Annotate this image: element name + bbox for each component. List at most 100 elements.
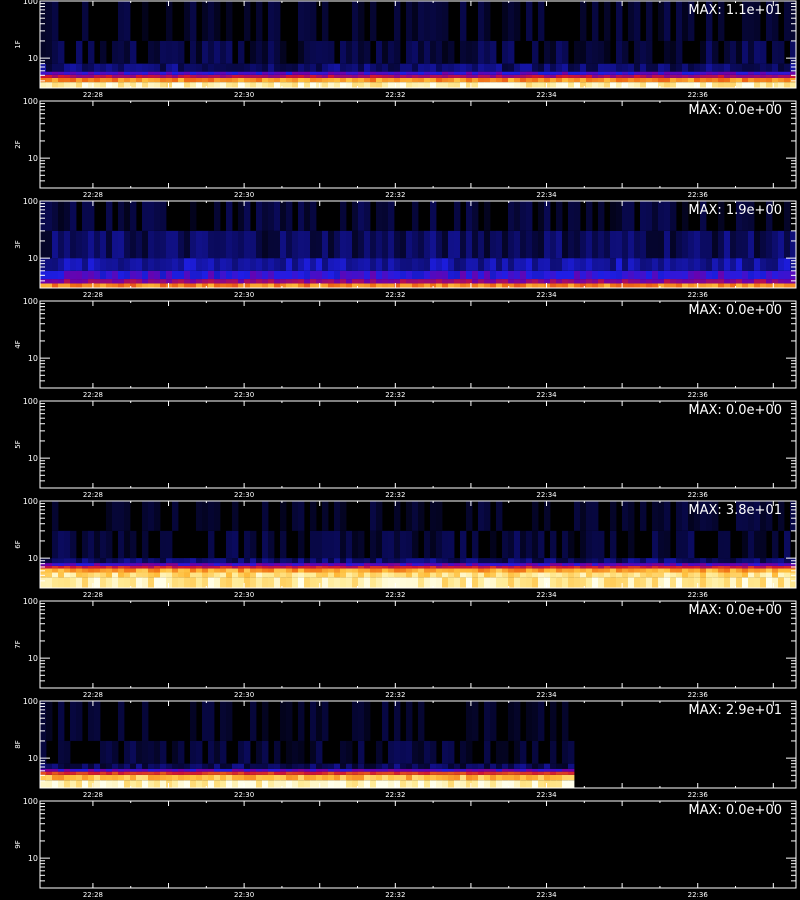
heatmap-cell — [550, 63, 557, 72]
heatmap-cell — [454, 270, 461, 280]
heatmap-cell — [58, 63, 65, 72]
heatmap-cell — [238, 563, 245, 566]
heatmap-cell — [676, 568, 683, 573]
heatmap-cell — [418, 572, 425, 578]
panel-label: 3F — [14, 240, 22, 248]
heatmap-cell — [502, 283, 509, 288]
heatmap-cell — [514, 572, 521, 578]
heatmap-cell — [790, 258, 797, 271]
heatmap-cell — [76, 763, 83, 769]
heatmap-cell — [508, 71, 515, 75]
spectrogram-canvas: 100101F22:28 22:30 22:32 22:34 22:36MAX: 1.1… — [14, 0, 797, 899]
heatmap-cell — [382, 568, 389, 573]
heatmap-cell — [472, 565, 479, 569]
heatmap-cell — [586, 71, 593, 75]
heatmap-cell — [376, 270, 383, 280]
heatmap-cell — [736, 40, 743, 64]
heatmap-cell — [550, 577, 557, 588]
heatmap-cell — [148, 270, 155, 280]
heatmap-cell — [436, 1, 443, 41]
heatmap-cell — [178, 270, 185, 280]
heatmap-cell — [136, 568, 143, 573]
heatmap-cell — [586, 501, 593, 531]
heatmap-cell — [460, 771, 467, 775]
heatmap-cell — [208, 572, 215, 578]
heatmap-cell — [478, 74, 485, 78]
heatmap-cell — [496, 768, 503, 772]
heatmap-cell — [496, 283, 503, 288]
heatmap-cell — [268, 763, 275, 769]
heatmap-cell — [472, 82, 479, 88]
heatmap-cell — [628, 501, 635, 531]
heatmap-cell — [712, 63, 719, 72]
heatmap-cell — [502, 230, 509, 259]
heatmap-cell — [718, 568, 725, 573]
heatmap-cell — [148, 565, 155, 569]
heatmap-cell — [610, 82, 617, 88]
heatmap-cell — [574, 74, 581, 78]
heatmap-cell — [136, 577, 143, 588]
heatmap-cell — [556, 201, 563, 231]
heatmap-cell — [340, 279, 347, 284]
heatmap-cell — [418, 558, 425, 564]
heatmap-cell — [652, 82, 659, 88]
heatmap-cell — [280, 40, 287, 64]
heatmap-cell — [442, 74, 449, 78]
heatmap-cell — [748, 63, 755, 72]
heatmap-cell — [622, 71, 629, 75]
heatmap-cell — [616, 563, 623, 566]
heatmap-cell — [604, 82, 611, 88]
heatmap-cell — [592, 563, 599, 566]
heatmap-cell — [604, 258, 611, 271]
heatmap-cell — [466, 270, 473, 280]
heatmap-cell — [124, 771, 131, 775]
heatmap-cell — [664, 270, 671, 280]
max-label: MAX: 0.0e+00 — [688, 403, 782, 418]
heatmap-cell — [358, 558, 365, 564]
heatmap-cell — [466, 565, 473, 569]
heatmap-cell — [274, 279, 281, 284]
heatmap-cell — [562, 572, 569, 578]
heatmap-cell — [406, 71, 413, 75]
heatmap-cell — [208, 568, 215, 573]
heatmap-cell — [232, 71, 239, 75]
heatmap-cell — [778, 40, 785, 64]
heatmap-cell — [436, 568, 443, 573]
heatmap-cell — [394, 230, 401, 259]
heatmap-cell — [550, 77, 557, 83]
heatmap-cell — [568, 763, 575, 769]
heatmap-cell — [340, 774, 347, 781]
heatmap-cell — [736, 71, 743, 75]
heatmap-cell — [292, 82, 299, 88]
heatmap-cell — [382, 572, 389, 578]
heatmap-cell — [106, 568, 113, 573]
heatmap-cell — [256, 1, 263, 41]
heatmap-cell — [718, 530, 725, 559]
heatmap-cell — [316, 771, 323, 775]
heatmap-cell — [82, 283, 89, 288]
heatmap-cell — [148, 63, 155, 72]
heatmap-cell — [424, 230, 431, 259]
heatmap-cell — [616, 74, 623, 78]
heatmap-cell — [658, 279, 665, 284]
heatmap-cell — [514, 279, 521, 284]
heatmap-cell — [460, 230, 467, 259]
heatmap-cell — [274, 774, 281, 781]
heatmap-cell — [622, 501, 629, 531]
heatmap-cell — [286, 577, 293, 588]
heatmap-cell — [202, 774, 209, 781]
heatmap-cell — [736, 577, 743, 588]
heatmap-cell — [610, 283, 617, 288]
heatmap-cell — [640, 563, 647, 566]
heatmap-cell — [352, 563, 359, 566]
heatmap-cell — [628, 568, 635, 573]
heatmap-cell — [214, 63, 221, 72]
heatmap-cell — [172, 565, 179, 569]
heatmap-cell — [328, 283, 335, 288]
heatmap-cell — [412, 577, 419, 588]
heatmap-cell — [166, 279, 173, 284]
heatmap-cell — [598, 558, 605, 564]
heatmap-cell — [238, 577, 245, 588]
heatmap-cell — [202, 563, 209, 566]
heatmap-cell — [466, 77, 473, 83]
